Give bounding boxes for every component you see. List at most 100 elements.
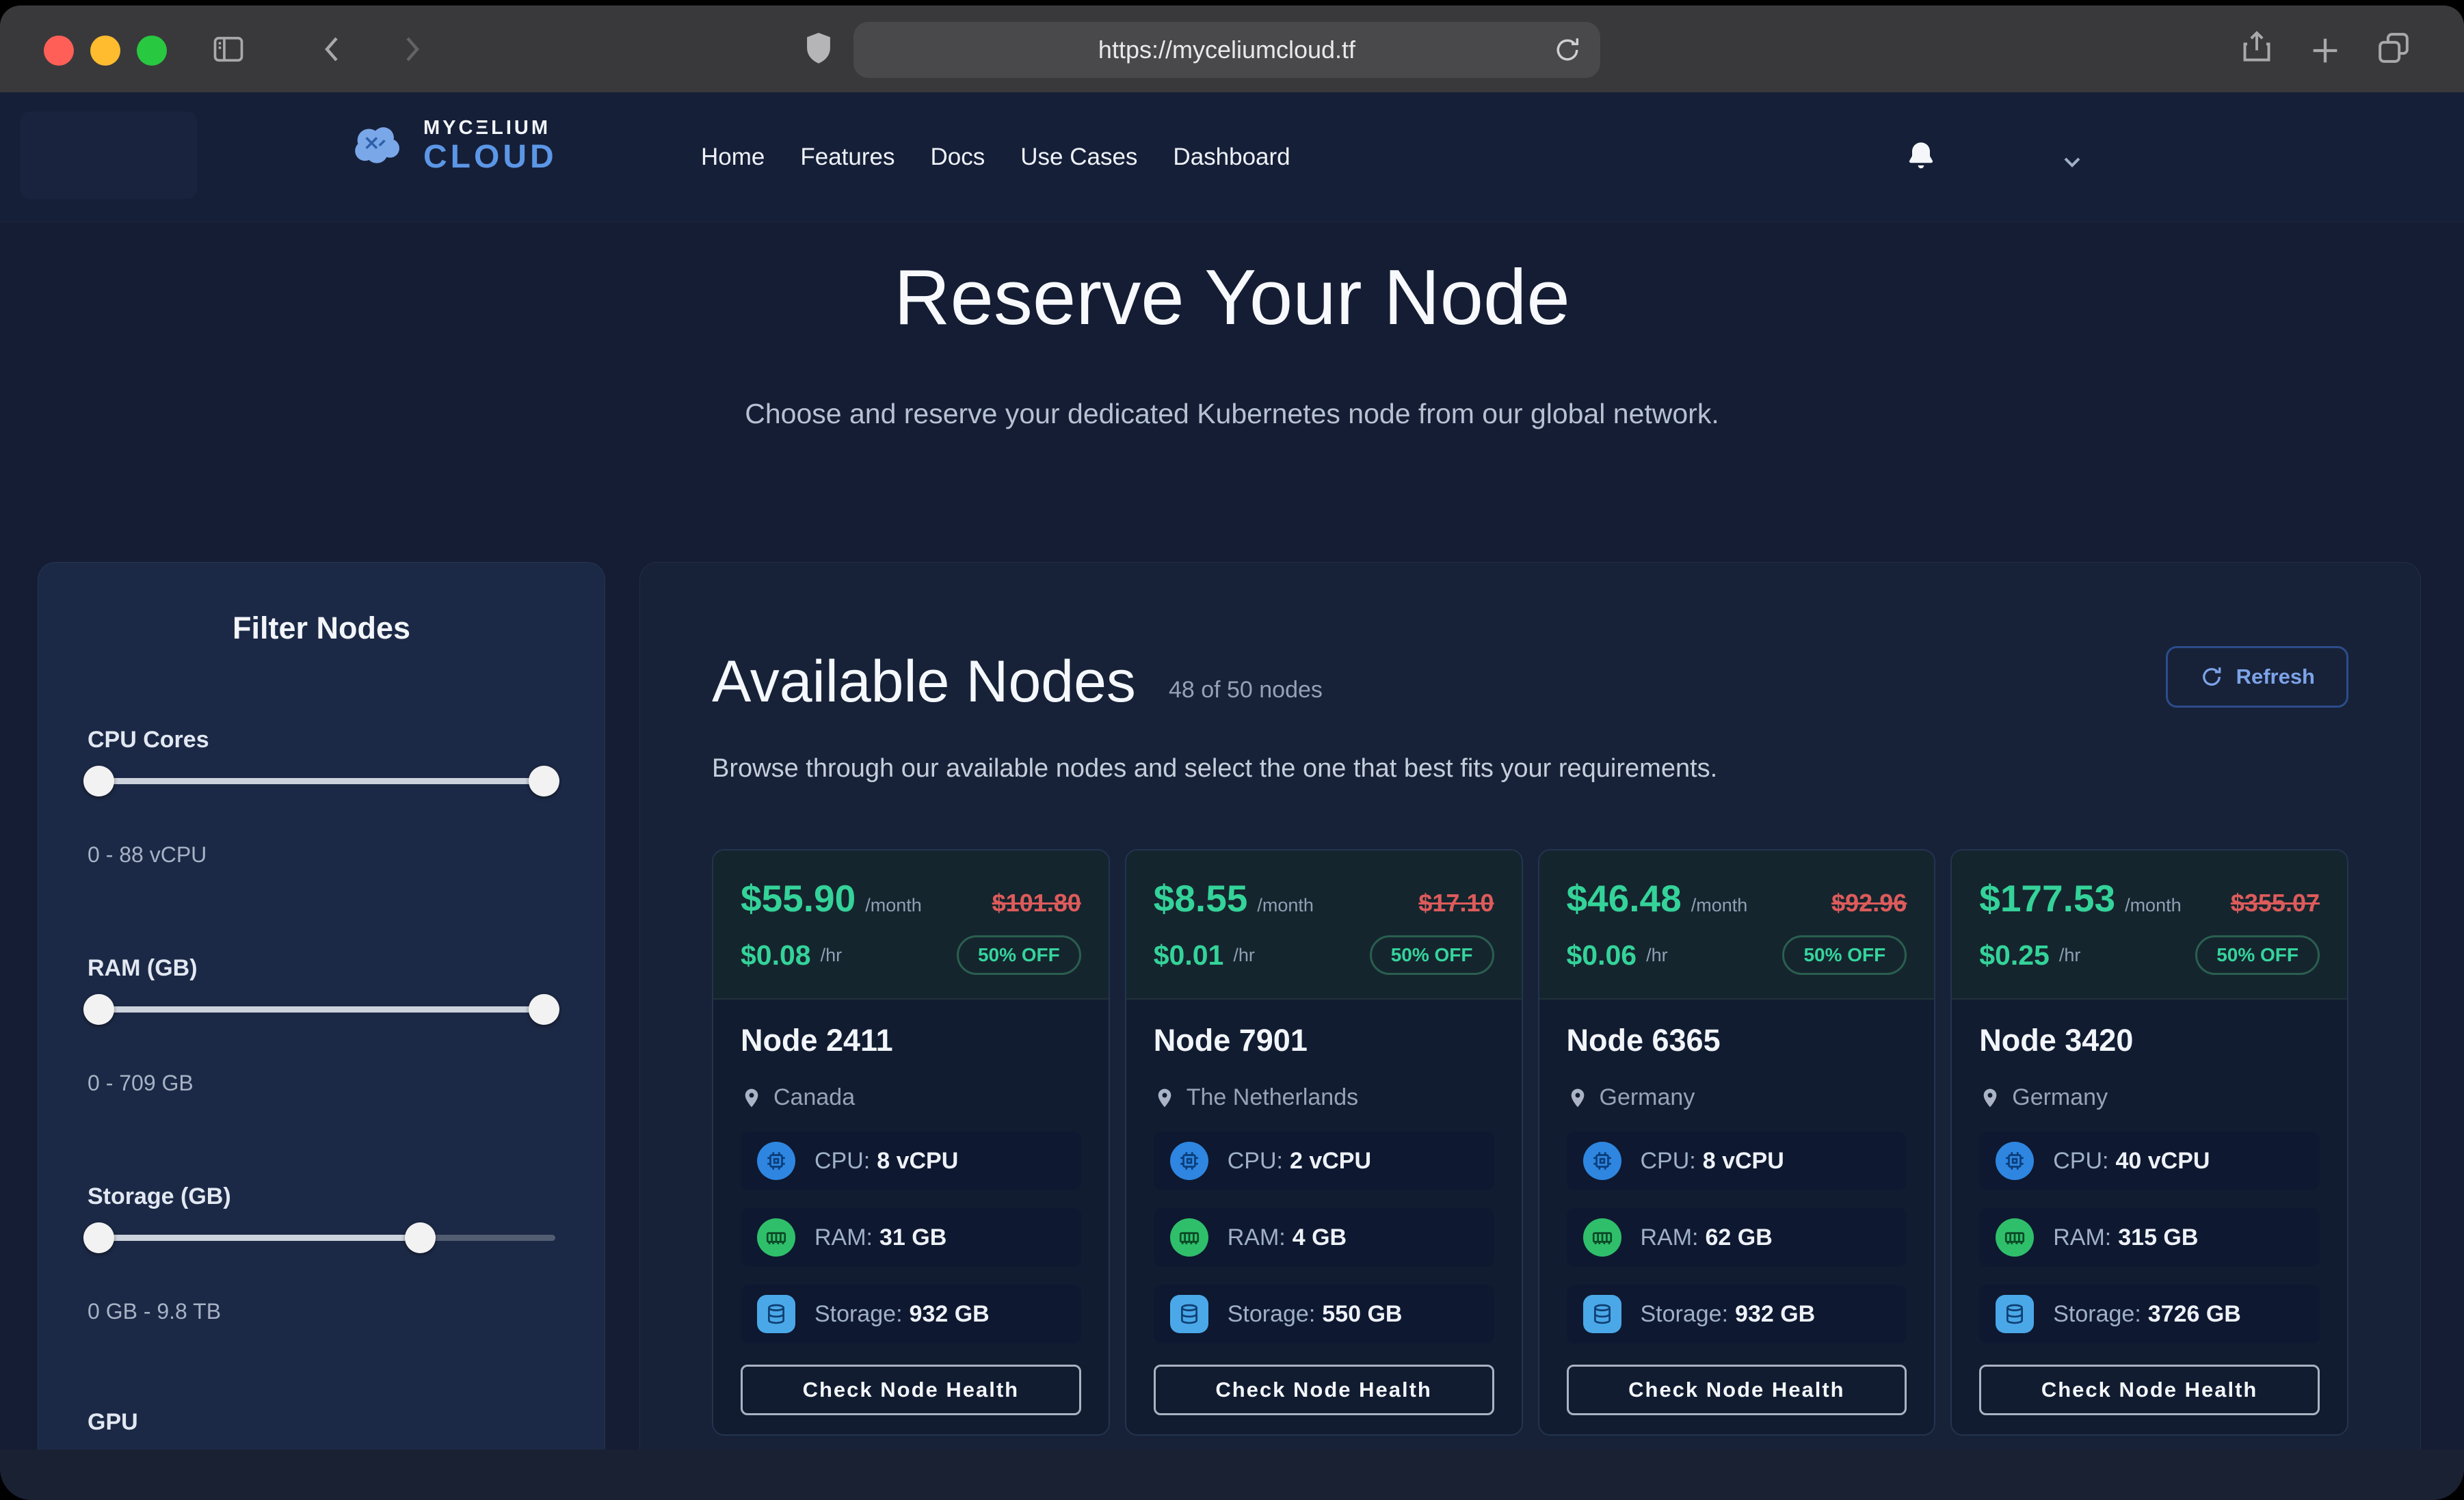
gpu-filter-label: GPU bbox=[88, 1409, 555, 1436]
close-window-button[interactable] bbox=[44, 36, 74, 66]
cpu-spec-row: CPU:8 vCPU bbox=[1567, 1131, 1907, 1190]
ram-icon bbox=[757, 1218, 795, 1257]
site-logo[interactable]: MYCΞLIUM CLOUD bbox=[345, 114, 557, 177]
nav-link-features[interactable]: Features bbox=[800, 144, 895, 171]
ram-spec-value: 31 GB bbox=[879, 1224, 946, 1250]
ram-spec-label: RAM: bbox=[1228, 1224, 1286, 1250]
back-icon[interactable] bbox=[316, 33, 349, 66]
price-per-hour: $0.06 bbox=[1567, 939, 1637, 972]
storage-spec-row: Storage:932 GB bbox=[1567, 1285, 1907, 1343]
check-node-health-button[interactable]: Check Node Health bbox=[1154, 1365, 1494, 1415]
nav-link-use-cases[interactable]: Use Cases bbox=[1020, 144, 1137, 171]
cpu-range-slider[interactable] bbox=[88, 764, 555, 797]
price-per-month: $46.48 bbox=[1567, 876, 1682, 920]
location-pin-icon bbox=[741, 1085, 763, 1111]
cpu-icon bbox=[1170, 1142, 1208, 1180]
maximize-window-button[interactable] bbox=[137, 36, 167, 66]
ram-spec-label: RAM: bbox=[1641, 1224, 1699, 1250]
filter-panel-title: Filter Nodes bbox=[88, 611, 555, 646]
node-card[interactable]: $8.55 /month $17.10 $0.01 /hr 50% OFF No… bbox=[1125, 849, 1523, 1436]
check-node-health-button[interactable]: Check Node Health bbox=[1979, 1365, 2320, 1415]
node-specs: CPU:8 vCPU RAM:62 GB bbox=[1567, 1131, 1907, 1343]
location-pin-icon bbox=[1979, 1085, 2001, 1111]
storage-spec-row: Storage:932 GB bbox=[741, 1285, 1081, 1343]
forward-icon[interactable] bbox=[395, 33, 428, 66]
available-nodes-panel: Available Nodes 48 of 50 nodes Refresh B… bbox=[639, 562, 2421, 1500]
minimize-window-button[interactable] bbox=[90, 36, 120, 66]
node-card-pricing: $8.55 /month $17.10 $0.01 /hr 50% OFF bbox=[1126, 851, 1522, 1000]
node-name: Node 2411 bbox=[741, 1023, 1081, 1058]
storage-slider-handle-max[interactable] bbox=[405, 1222, 436, 1253]
node-card-body: Node 6365 Germany CPU:8 vCPU bbox=[1539, 1000, 1935, 1434]
nav-link-docs[interactable]: Docs bbox=[931, 144, 985, 171]
nav-link-dashboard[interactable]: Dashboard bbox=[1173, 144, 1290, 171]
node-card-body: Node 3420 Germany CPU:40 vCPU bbox=[1952, 1000, 2347, 1434]
new-tab-icon[interactable] bbox=[2307, 33, 2343, 68]
share-icon[interactable] bbox=[2238, 26, 2276, 68]
price-month-unit: /month bbox=[2125, 895, 2182, 916]
price-month-unit: /month bbox=[865, 895, 922, 916]
cpu-icon bbox=[1996, 1142, 2034, 1180]
notifications-bell-icon[interactable] bbox=[1903, 137, 1939, 180]
ram-slider-handle-max[interactable] bbox=[529, 994, 559, 1025]
brain-cloud-logo-icon bbox=[345, 114, 408, 177]
page-title: Reserve Your Node bbox=[0, 253, 2464, 343]
ram-slider-handle-min[interactable] bbox=[83, 994, 114, 1025]
node-card[interactable]: $55.90 /month $101.80 $0.08 /hr 50% OFF … bbox=[712, 849, 1110, 1436]
refresh-button-label: Refresh bbox=[2236, 665, 2315, 689]
discount-badge: 50% OFF bbox=[1782, 935, 1907, 975]
cpu-spec-label: CPU: bbox=[1641, 1148, 1696, 1174]
storage-icon bbox=[1996, 1295, 2034, 1333]
nav-placeholder bbox=[21, 111, 197, 199]
discount-badge: 50% OFF bbox=[957, 935, 1081, 975]
tab-overview-icon[interactable] bbox=[2374, 29, 2413, 67]
node-card[interactable]: $177.53 /month $355.07 $0.25 /hr 50% OFF… bbox=[1950, 849, 2348, 1436]
nav-link-home[interactable]: Home bbox=[701, 144, 765, 171]
storage-spec-value: 932 GB bbox=[1735, 1301, 1815, 1327]
cpu-spec-label: CPU: bbox=[1228, 1148, 1283, 1174]
price-per-month: $55.90 bbox=[741, 876, 856, 920]
node-location: The Netherlands bbox=[1187, 1084, 1358, 1111]
reload-icon[interactable] bbox=[1552, 35, 1582, 68]
logo-text-top: MYCΞLIUM bbox=[423, 118, 557, 138]
address-bar[interactable]: https://myceliumcloud.tf bbox=[853, 22, 1600, 78]
ram-icon bbox=[1996, 1218, 2034, 1257]
check-node-health-button[interactable]: Check Node Health bbox=[741, 1365, 1081, 1415]
cpu-icon bbox=[757, 1142, 795, 1180]
cpu-spec-row: CPU:8 vCPU bbox=[741, 1131, 1081, 1190]
nav-links: Home Features Docs Use Cases Dashboard bbox=[701, 92, 1290, 222]
address-bar-url[interactable]: https://myceliumcloud.tf bbox=[1098, 36, 1355, 64]
cpu-filter-label: CPU Cores bbox=[88, 727, 555, 753]
node-card-pricing: $55.90 /month $101.80 $0.08 /hr 50% OFF bbox=[713, 851, 1109, 1000]
storage-spec-value: 550 GB bbox=[1322, 1301, 1402, 1327]
ram-spec-row: RAM:315 GB bbox=[1979, 1208, 2320, 1267]
price-month-unit: /month bbox=[1257, 895, 1314, 916]
ram-range-text: 0 - 709 GB bbox=[88, 1071, 555, 1096]
ram-range-slider[interactable] bbox=[88, 993, 555, 1026]
ram-filter-group: RAM (GB) 0 - 709 GB bbox=[88, 955, 555, 1096]
ram-filter-label: RAM (GB) bbox=[88, 955, 555, 982]
ram-icon bbox=[1583, 1218, 1621, 1257]
check-node-health-button[interactable]: Check Node Health bbox=[1567, 1365, 1907, 1415]
storage-range-text: 0 GB - 9.8 TB bbox=[88, 1299, 555, 1324]
storage-range-slider[interactable] bbox=[88, 1221, 555, 1254]
node-specs: CPU:40 vCPU RAM:315 GB bbox=[1979, 1131, 2320, 1343]
storage-spec-label: Storage: bbox=[1228, 1301, 1316, 1327]
location-pin-icon bbox=[1567, 1085, 1589, 1111]
discount-badge: 50% OFF bbox=[2195, 935, 2320, 975]
cpu-spec-row: CPU:2 vCPU bbox=[1154, 1131, 1494, 1190]
refresh-button[interactable]: Refresh bbox=[2166, 646, 2348, 708]
storage-slider-handle-min[interactable] bbox=[83, 1222, 114, 1253]
discount-badge: 50% OFF bbox=[1370, 935, 1494, 975]
node-location: Germany bbox=[2012, 1084, 2108, 1111]
node-specs: CPU:2 vCPU RAM:4 GB bbox=[1154, 1131, 1494, 1343]
cpu-spec-label: CPU: bbox=[814, 1148, 870, 1174]
node-card[interactable]: $46.48 /month $92.96 $0.06 /hr 50% OFF N… bbox=[1538, 849, 1936, 1436]
privacy-shield-icon[interactable] bbox=[799, 27, 838, 70]
cpu-slider-handle-max[interactable] bbox=[529, 766, 559, 796]
sidebar-toggle-icon[interactable] bbox=[209, 31, 248, 67]
cpu-slider-handle-min[interactable] bbox=[83, 766, 114, 796]
node-specs: CPU:8 vCPU RAM:31 GB bbox=[741, 1131, 1081, 1343]
account-chevron-down-icon[interactable] bbox=[2058, 148, 2086, 179]
ram-spec-row: RAM:62 GB bbox=[1567, 1208, 1907, 1267]
